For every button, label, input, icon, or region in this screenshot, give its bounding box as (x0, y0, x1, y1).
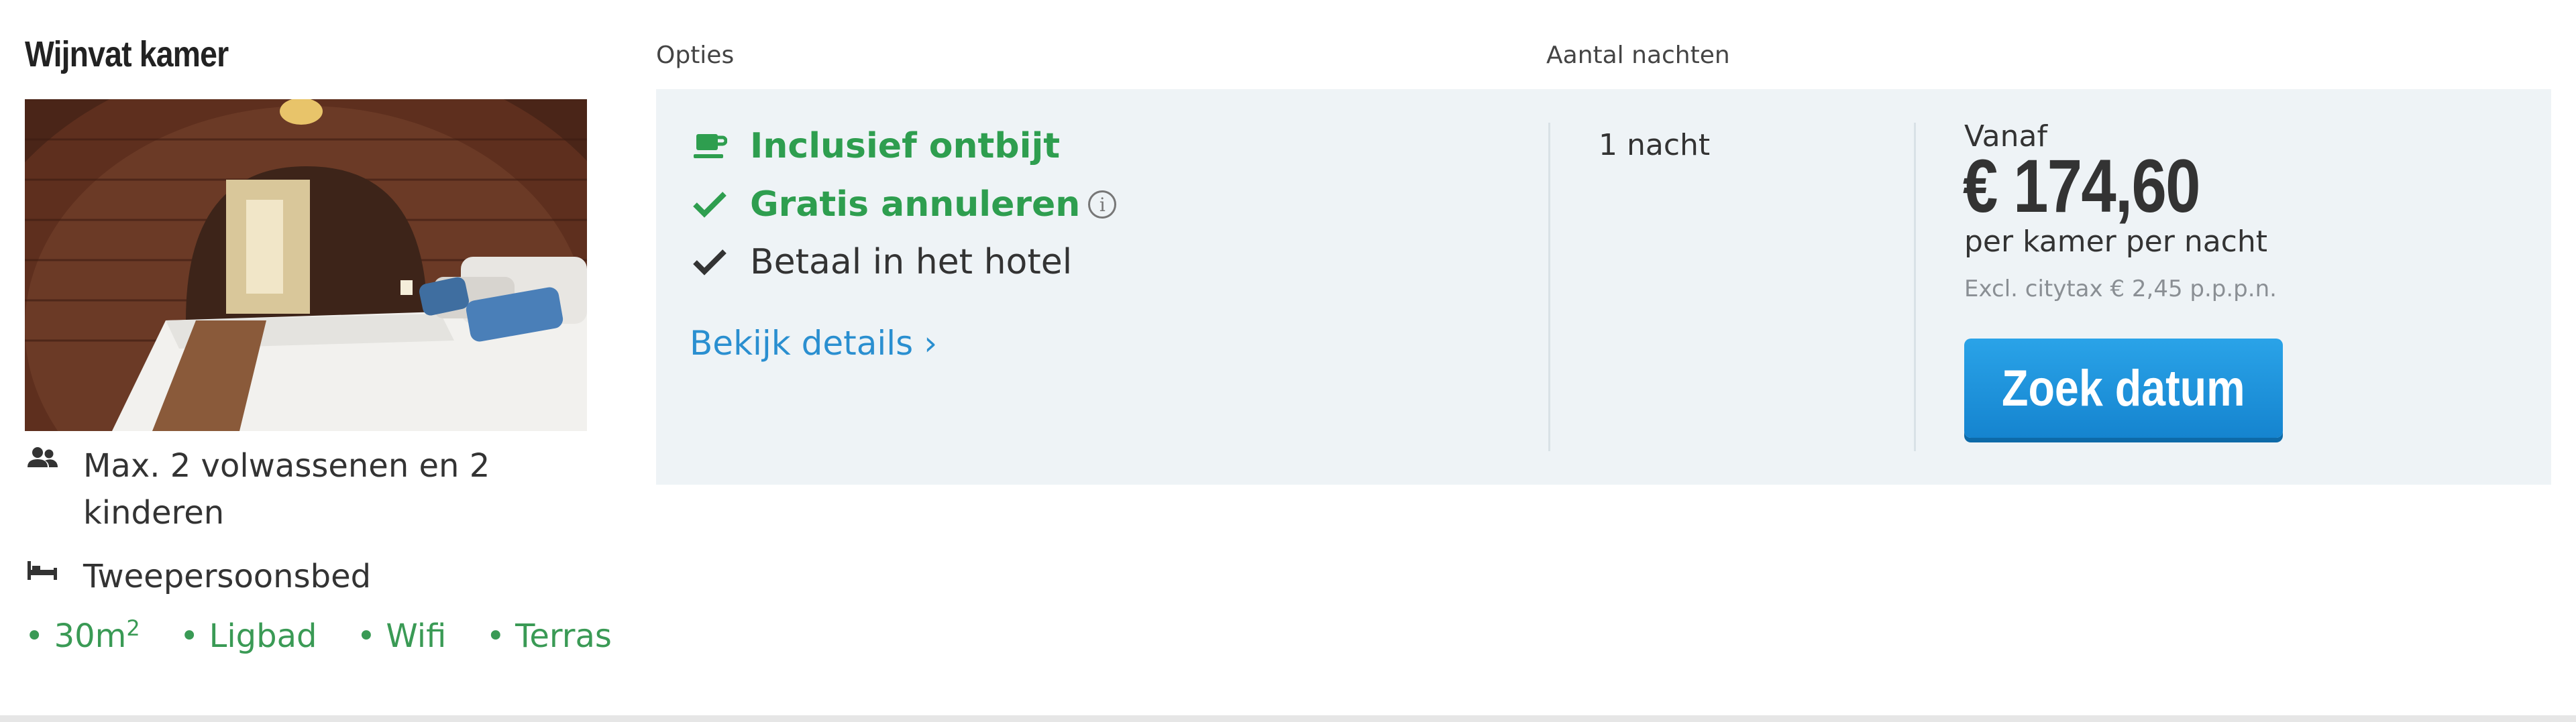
check-icon (690, 242, 730, 282)
options-panel: Inclusief ontbijt Gratis annuleren i Bet… (656, 89, 2551, 485)
price-tax-note: Excl. citytax € 2,45 p.p.p.n. (1964, 276, 2277, 302)
option-pay-at-hotel: Betaal in het hotel (690, 242, 1072, 282)
option-pay-at-hotel-text: Betaal in het hotel (750, 242, 1073, 282)
amenity-size-sup: 2 (126, 615, 140, 641)
feature-guests-text: Max. 2 volwassenen en 2 kinderen (83, 447, 490, 532)
search-date-button-label: Zoek datum (2002, 359, 2245, 417)
amenity-terrace: • Terras (486, 617, 612, 655)
feature-bed-text: Tweepersoonsbed (83, 558, 372, 595)
search-date-button[interactable]: Zoek datum (1964, 339, 2283, 438)
price-per-label: per kamer per nacht (1964, 225, 2268, 259)
guests-icon (25, 442, 60, 476)
option-free-cancellation-text: Gratis annuleren (750, 184, 1081, 225)
room-photo[interactable] (25, 99, 587, 431)
feature-guests: Max. 2 volwassenen en 2 kinderen (25, 442, 539, 536)
options-column-label: Opties (656, 42, 735, 69)
amenities-list: • 30m2 • Ligbad • Wifi • Terras (25, 615, 641, 655)
nights-column-label: Aantal nachten (1546, 42, 1730, 69)
divider (1914, 123, 1916, 451)
view-details-link[interactable]: Bekijk details › (690, 324, 937, 363)
info-icon[interactable]: i (1088, 190, 1117, 219)
amenity-wifi: • Wifi (356, 617, 447, 655)
room-photo-image (25, 99, 587, 431)
option-breakfast-text: Inclusief ontbijt (750, 126, 1061, 166)
bed-icon (25, 553, 60, 587)
bottom-divider (0, 715, 2576, 722)
feature-bed: Tweepersoonsbed (25, 553, 371, 600)
price-amount: € 174,60 (1963, 144, 2200, 228)
amenity-bath: • Ligbad (180, 617, 317, 655)
check-icon (690, 184, 730, 225)
coffee-cup-icon (690, 126, 730, 166)
amenity-size-text: • 30m (25, 617, 127, 655)
option-breakfast: Inclusief ontbijt (690, 126, 1060, 166)
amenity-size: • 30m2 (25, 615, 140, 655)
divider (1548, 123, 1550, 451)
room-title: Wijnvat kamer (25, 34, 229, 74)
nights-value: 1 nacht (1599, 128, 1711, 162)
option-free-cancellation: Gratis annuleren i (690, 184, 1117, 225)
